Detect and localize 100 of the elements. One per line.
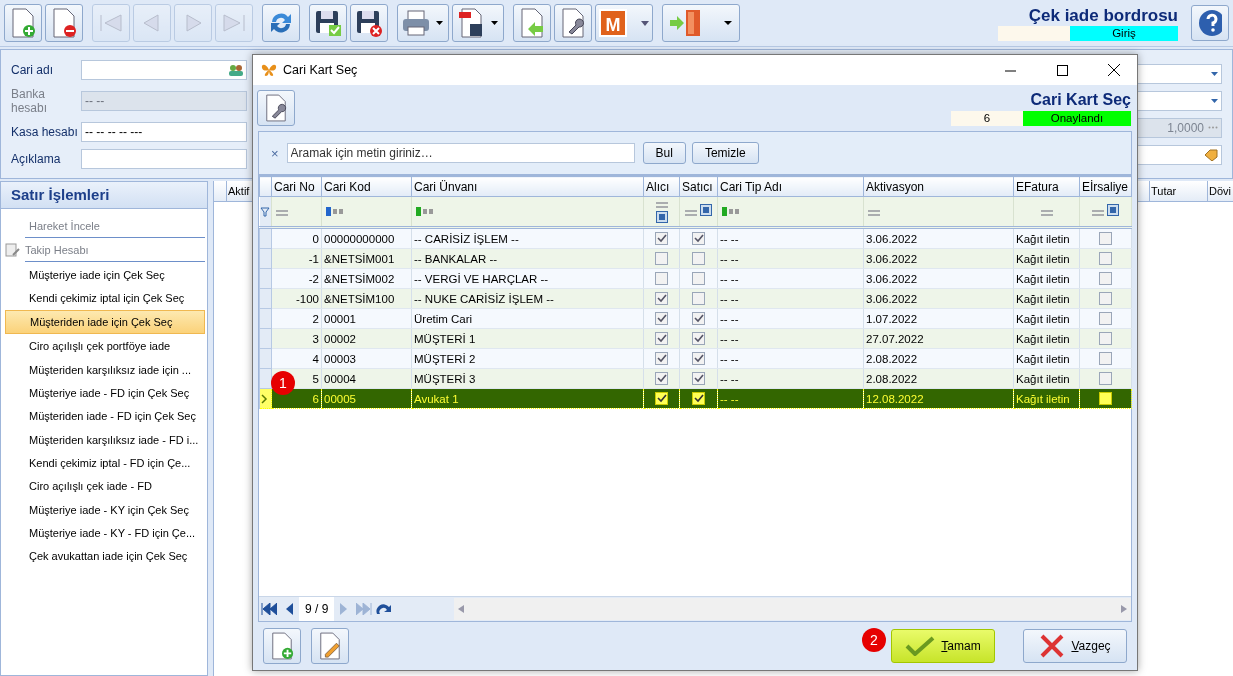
table-row[interactable]: 2 00001 Üretim Cari -- -- 1.07.2022 Kağıt iletin (259, 308, 1132, 329)
horizontal-scrollbar[interactable] (454, 598, 1131, 620)
table-row[interactable]: -100 &NETSİM100 -- NUKE CARİSİZ İŞLEM -- -- -- 3.06.2022 Kağıt iletin (259, 288, 1132, 309)
checkbox[interactable] (692, 232, 705, 246)
column-header[interactable]: Tutar (1149, 181, 1207, 201)
save-button[interactable] (309, 4, 347, 42)
table-row[interactable]: 3 00002 MÜŞTERİ 1 -- -- 27.07.2022 Kağıt iletin (259, 328, 1132, 349)
filter-cell[interactable] (1079, 196, 1132, 228)
last-icon (356, 603, 373, 615)
table-row[interactable]: -1 &NETSİM001 -- BANKALAR -- -- -- 3.06.2022 Kağıt iletin (259, 248, 1132, 269)
checkbox[interactable] (1099, 352, 1112, 366)
filter-cell[interactable] (321, 196, 412, 228)
sidebar-item[interactable]: Müşteriden iade - FD için Çek Seç (5, 405, 205, 428)
document-wrench-icon (560, 8, 586, 38)
checkbox[interactable] (1099, 272, 1112, 286)
tools-button[interactable] (554, 4, 592, 42)
ok-button[interactable]: Tamam (891, 629, 995, 663)
checkbox[interactable] (1099, 292, 1112, 306)
text-field[interactable]: -- -- -- -- --- (81, 121, 247, 142)
checkbox[interactable] (692, 332, 705, 346)
column-header[interactable]: Cari No (271, 176, 322, 197)
table-row[interactable]: 6 00005 Avukat 1 -- -- 12.08.2022 Kağıt iletin (259, 388, 1132, 409)
sidebar-item[interactable]: Müşteriye iade için Çek Seç (5, 263, 205, 286)
table-cell: -- CARİSİZ İŞLEM -- (411, 227, 644, 249)
checkbox[interactable] (1099, 312, 1112, 326)
column-header[interactable]: Aktivasyon (863, 176, 1014, 197)
exit-button[interactable] (662, 4, 740, 42)
checkbox[interactable] (655, 352, 668, 366)
checkbox[interactable] (692, 252, 705, 266)
find-button[interactable]: Bul (642, 142, 686, 164)
column-header[interactable]: Cari Kod (321, 176, 412, 197)
sidebar-item[interactable]: Kendi çekimiz iptal için Çek Seç (5, 286, 205, 309)
sidebar-item[interactable]: Müşteriden iade için Çek Seç (5, 310, 205, 335)
sidebar-item[interactable]: Kendi çekimiz iptal - FD için Çe... (5, 451, 205, 474)
sidebar-item[interactable]: Müşteriye iade - KY - FD için Çe... (5, 521, 205, 544)
scroll-left-icon[interactable] (458, 605, 465, 613)
checkbox[interactable] (655, 252, 668, 266)
search-field[interactable]: Aramak için metin giriniz… (286, 143, 635, 163)
filter-cell[interactable] (717, 196, 864, 228)
approval-status: Onaylandı (1023, 110, 1131, 126)
sidebar-item[interactable]: Ciro açılışlı çek iade - FD (5, 475, 205, 498)
checkbox[interactable] (655, 372, 668, 386)
sidebar-item[interactable]: Müşteriden karşılıksız iade için ... (5, 358, 205, 381)
table-row[interactable]: 4 00003 MÜŞTERİ 2 -- -- 2.08.2022 Kağıt iletin (259, 348, 1132, 369)
clear-button[interactable]: Temizle (691, 142, 759, 164)
module-button[interactable]: M (595, 4, 653, 42)
table-row[interactable]: -2 &NETSİM002 -- VERGİ VE HARÇLAR -- -- -- 3.06.2022 Kağıt iletin (259, 268, 1132, 289)
discard-button[interactable] (350, 4, 388, 42)
filter-cell[interactable] (1013, 196, 1080, 228)
text-field[interactable] (81, 59, 247, 80)
checkbox[interactable] (692, 392, 705, 406)
sidebar-item[interactable]: Ciro açılışlı çek portföye iade (5, 335, 205, 358)
print-button[interactable] (397, 4, 449, 42)
pdf-button[interactable] (452, 4, 504, 42)
checkbox[interactable] (692, 372, 705, 386)
column-header[interactable]: Cari Ünvanı (411, 176, 644, 197)
checkbox[interactable] (655, 332, 668, 346)
column-header[interactable]: Alıcı (643, 176, 680, 197)
refresh-button[interactable] (262, 4, 300, 42)
sidebar-item[interactable]: Çek avukattan iade için Çek Seç (5, 545, 205, 568)
new-button[interactable] (4, 4, 42, 42)
filter-cell[interactable] (271, 196, 322, 228)
cancel-button[interactable]: Vazgeç (1023, 629, 1127, 663)
equals-filter-icon (868, 209, 880, 216)
help-button[interactable] (1191, 5, 1229, 41)
checkbox[interactable] (655, 272, 668, 286)
checkbox[interactable] (692, 352, 705, 366)
column-header[interactable]: EFatura (1013, 176, 1080, 197)
filter-cell[interactable] (863, 196, 1014, 228)
checkbox[interactable] (1099, 372, 1112, 386)
checkbox[interactable] (1099, 232, 1112, 246)
checkbox[interactable] (1099, 392, 1112, 406)
document-pen-icon (5, 243, 21, 258)
checkbox[interactable] (655, 292, 668, 306)
edit-record-button[interactable] (311, 628, 349, 664)
checkbox[interactable] (692, 292, 705, 306)
checkbox[interactable] (655, 392, 668, 406)
checkbox[interactable] (655, 232, 668, 246)
checkbox[interactable] (692, 272, 705, 286)
checkbox[interactable] (692, 312, 705, 326)
new-record-button[interactable] (263, 628, 301, 664)
sidebar-item[interactable]: Müşteriye iade - KY için Çek Seç (5, 498, 205, 521)
delete-button[interactable] (45, 4, 83, 42)
checkbox[interactable] (1099, 332, 1112, 346)
scroll-right-icon[interactable] (1121, 605, 1127, 613)
sidebar-item[interactable]: Müşteriden karşılıksız iade - FD i... (5, 428, 205, 451)
import-button[interactable] (513, 4, 551, 42)
filter-cell[interactable] (411, 196, 644, 228)
clear-search-button[interactable]: × (269, 145, 281, 161)
column-header[interactable]: Satıcı (679, 176, 718, 197)
column-header[interactable]: Cari Tip Adı (717, 176, 864, 197)
equals-filter-icon (655, 202, 668, 208)
sidebar-item[interactable]: Müşteriye iade - FD için Çek Seç (5, 382, 205, 405)
column-header[interactable]: Dövi (1207, 181, 1233, 201)
text-field[interactable] (81, 148, 247, 169)
checkbox[interactable] (1099, 252, 1112, 266)
checkbox[interactable] (655, 312, 668, 326)
table-row[interactable]: 0 00000000000 -- CARİSİZ İŞLEM -- -- -- 3.06.2022 Kağıt iletin (259, 227, 1132, 249)
tools-button[interactable] (257, 90, 295, 126)
column-header[interactable]: Eİrsaliye (1079, 176, 1132, 197)
